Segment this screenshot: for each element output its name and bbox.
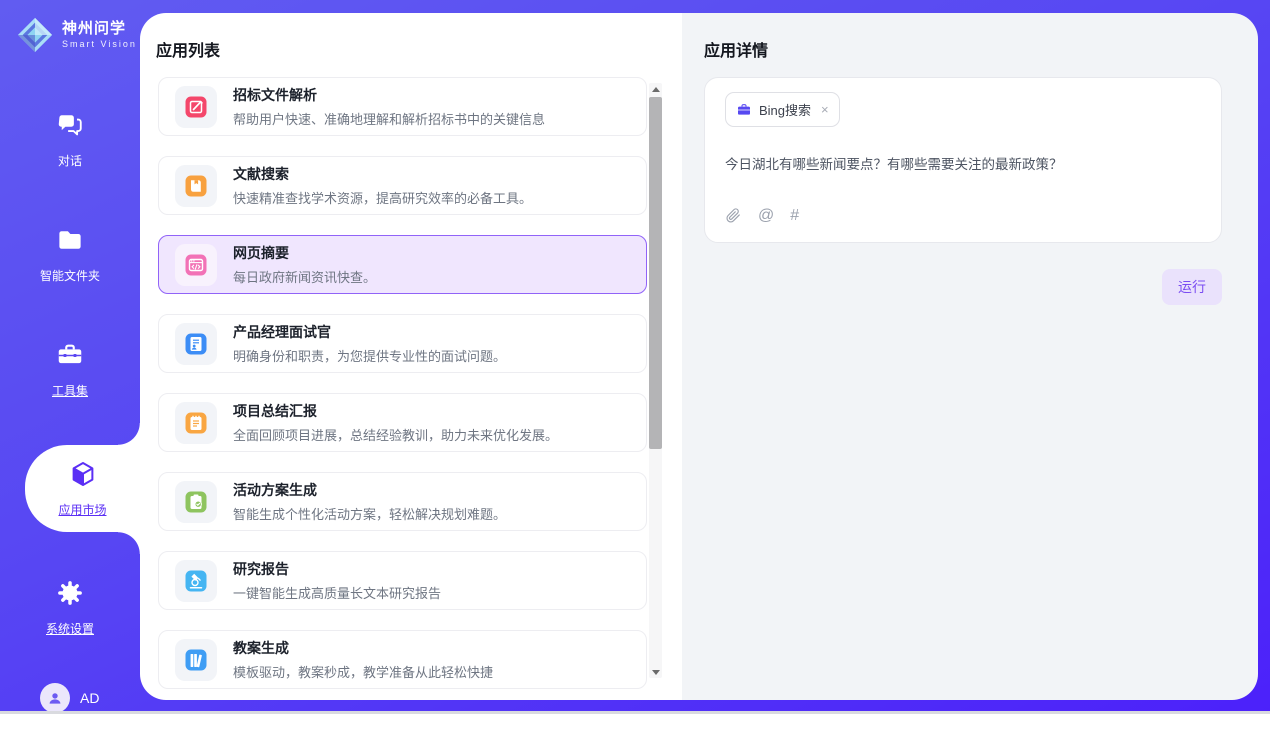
app-card-description: 模板驱动，教案秒成，教学准备从此轻松快捷	[233, 662, 493, 681]
book-icon	[175, 165, 217, 207]
scroll-up-button[interactable]	[649, 83, 662, 95]
app-card-description: 智能生成个性化活动方案，轻松解决规划难题。	[233, 504, 506, 523]
app-card-title: 文献搜索	[233, 164, 532, 184]
diamond-logo-icon	[16, 16, 54, 54]
webpage-icon	[175, 244, 217, 286]
prompt-card: Bing搜索 × 今日湖北有哪些新闻要点？有哪些需要关注的最新政策？ @ #	[704, 77, 1222, 243]
main-content: 应用列表 招标文件解析 帮助用户快速、准确地理解和解析招标书中的关键信息 文献搜…	[140, 13, 1258, 700]
nav-item-label: 对话	[58, 152, 82, 169]
notepad-icon	[175, 402, 217, 444]
app-card-description: 帮助用户快速、准确地理解和解析招标书中的关键信息	[233, 109, 545, 128]
nav-item-label: 系统设置	[46, 620, 94, 637]
app-card-title: 招标文件解析	[233, 85, 545, 105]
brand-tagline: Smart Vision	[62, 39, 137, 49]
app-list: 招标文件解析 帮助用户快速、准确地理解和解析招标书中的关键信息 文献搜索 快速精…	[158, 77, 647, 689]
app-list-scrollbar[interactable]	[649, 83, 662, 678]
app-card-title: 教案生成	[233, 638, 493, 658]
app-detail-title: 应用详情	[704, 37, 1222, 61]
briefcase-icon	[736, 102, 752, 118]
app-card-description: 全面回顾项目进展，总结经验教训，助力未来优化发展。	[233, 425, 558, 444]
folder-icon	[55, 225, 85, 260]
app-list-title: 应用列表	[156, 37, 682, 61]
triangle-down-icon	[652, 670, 660, 675]
chip-close-icon[interactable]: ×	[821, 103, 829, 116]
app-card[interactable]: 项目总结汇报 全面回顾项目进展，总结经验教训，助力未来优化发展。	[158, 393, 647, 452]
app-card[interactable]: 活动方案生成 智能生成个性化活动方案，轻松解决规划难题。	[158, 472, 647, 531]
app-card[interactable]: 招标文件解析 帮助用户快速、准确地理解和解析招标书中的关键信息	[158, 77, 647, 136]
person-icon	[46, 689, 64, 707]
nav-item-label: 智能文件夹	[40, 267, 100, 284]
brand-name: 神州问学	[62, 21, 137, 38]
query-text[interactable]: 今日湖北有哪些新闻要点？有哪些需要关注的最新政策？	[725, 153, 1201, 173]
app-list-panel: 应用列表 招标文件解析 帮助用户快速、准确地理解和解析招标书中的关键信息 文献搜…	[140, 13, 682, 700]
nav-item-label: 应用市场	[58, 501, 106, 518]
copyright-text: ©神州数码·神州问学出品	[8, 723, 140, 738]
app-card-description: 快速精准查找学术资源，提高研究效率的必备工具。	[233, 188, 532, 207]
toolbox-icon	[55, 340, 85, 375]
app-card-description: 每日政府新闻资讯快查。	[233, 267, 376, 286]
app-card-title: 网页摘要	[233, 243, 376, 263]
app-card-title: 项目总结汇报	[233, 401, 558, 421]
sidebar-nav-item[interactable]: 工具集	[0, 330, 140, 409]
app-card-description: 一键智能生成高质量长文本研究报告	[233, 583, 441, 602]
app-card[interactable]: 文献搜索 快速精准查找学术资源，提高研究效率的必备工具。	[158, 156, 647, 215]
app-card[interactable]: 产品经理面试官 明确身份和职责，为您提供专业性的面试问题。	[158, 314, 647, 373]
triangle-up-icon	[652, 87, 660, 92]
sidebar-nav: 对话 智能文件夹 工具集 应用市场 系统设置	[0, 100, 140, 683]
user-initials: AD	[80, 690, 99, 706]
brand-logo: 神州问学 Smart Vision	[16, 16, 140, 54]
tool-chip-label: Bing搜索	[759, 100, 811, 119]
app-card-description: 明确身份和职责，为您提供专业性的面试问题。	[233, 346, 506, 365]
cube-icon	[68, 459, 98, 494]
hash-icon[interactable]: #	[790, 208, 799, 224]
microscope-icon	[175, 560, 217, 602]
avatar	[40, 683, 70, 713]
paperclip-icon[interactable]	[725, 207, 742, 224]
sidebar-nav-item[interactable]: 系统设置	[0, 568, 140, 647]
app-card-title: 产品经理面试官	[233, 322, 506, 342]
nav-item-label: 工具集	[52, 382, 88, 399]
app-card[interactable]: 网页摘要 每日政府新闻资讯快查。	[158, 235, 647, 294]
sidebar-nav-item[interactable]: 智能文件夹	[0, 215, 140, 294]
app-card-title: 活动方案生成	[233, 480, 506, 500]
sidebar-nav-item[interactable]: 对话	[0, 100, 140, 179]
doc-person-icon	[175, 323, 217, 365]
chat-icon	[55, 110, 85, 145]
input-toolbar: @ #	[725, 207, 1201, 224]
tool-chip-bing-search[interactable]: Bing搜索 ×	[725, 92, 840, 127]
sidebar-nav-item[interactable]: 应用市场	[25, 445, 140, 532]
books-icon	[175, 639, 217, 681]
app-detail-panel: 应用详情 Bing搜索 × 今日湖北有哪些新闻要点？有哪些需要关注的最新政策？ …	[682, 13, 1258, 700]
scroll-down-button[interactable]	[649, 666, 662, 678]
at-icon[interactable]: @	[758, 208, 774, 224]
clipboard-check-icon	[175, 481, 217, 523]
edit-doc-icon	[175, 86, 217, 128]
app-card-title: 研究报告	[233, 559, 441, 579]
app-card[interactable]: 研究报告 一键智能生成高质量长文本研究报告	[158, 551, 647, 610]
gear-icon	[55, 578, 85, 613]
scrollbar-thumb[interactable]	[649, 97, 662, 449]
run-button[interactable]: 运行	[1162, 269, 1222, 305]
app-card[interactable]: 教案生成 模板驱动，教案秒成，教学准备从此轻松快捷	[158, 630, 647, 689]
user-account[interactable]: AD	[40, 683, 140, 713]
sidebar: 神州问学 Smart Vision 对话 智能文件夹 工具集 应用市场 系统设置	[0, 0, 140, 700]
